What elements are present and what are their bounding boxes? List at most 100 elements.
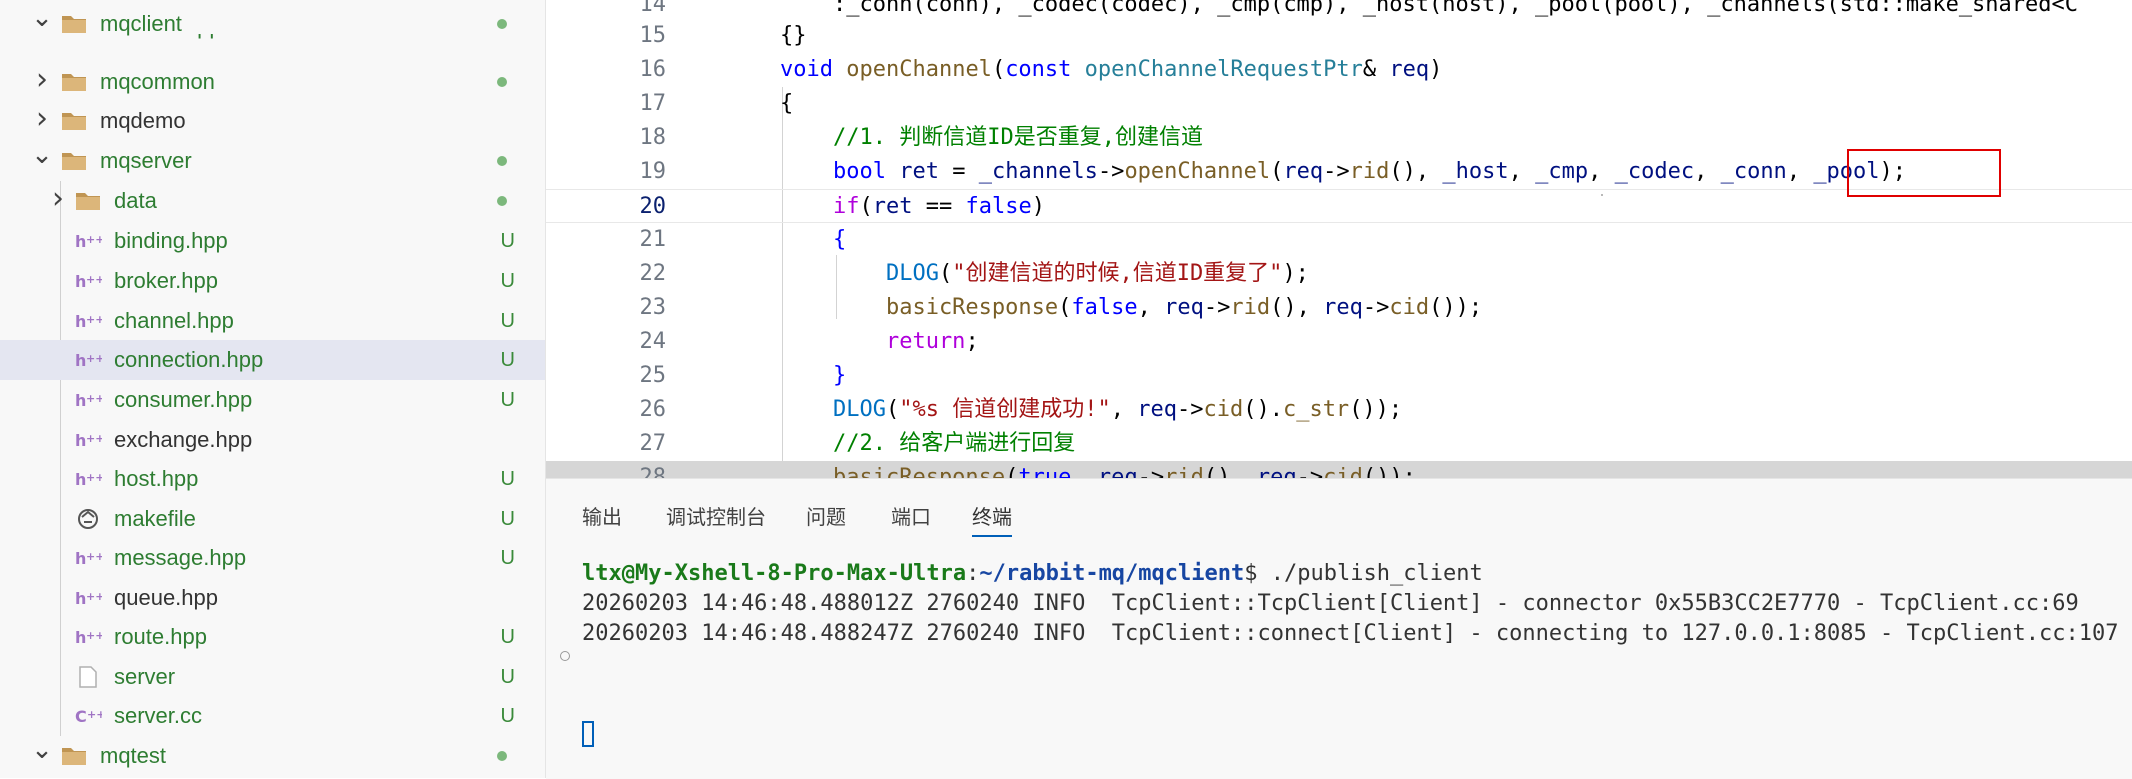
git-status-badge: U (500, 705, 515, 727)
code-token: _codec (1614, 159, 1695, 184)
code-line[interactable]: 28 basicResponse(true, req->rid(), req->… (546, 461, 2132, 478)
code-token: ret (899, 159, 939, 184)
code-token: & (1362, 57, 1390, 82)
chevron-right-icon[interactable]: › (30, 62, 54, 102)
file-icon (74, 665, 102, 689)
code-text: basicResponse(false, req->rid(), req->ci… (780, 291, 1482, 325)
code-token: ( (938, 261, 953, 286)
tree-item-host-hpp[interactable]: h++ host.hpp U (0, 459, 545, 499)
folder-open-icon (60, 12, 88, 36)
code-text: if(ret == false) (780, 190, 1045, 224)
code-token: ( (991, 57, 1006, 82)
line-number: 24 (639, 329, 667, 354)
code-token: ()); (1362, 465, 1416, 478)
git-status-badge: U (500, 666, 515, 688)
terminal-output-line: 20260203 14:46:48.488247Z 2760240 INFO T… (582, 621, 2119, 646)
code-token: void (780, 57, 847, 82)
folder-icon (60, 70, 88, 94)
tree-item-broker-hpp[interactable]: h++ broker.hpp U (0, 261, 545, 301)
code-token: basicResponse (780, 295, 1059, 320)
line-number: 22 (639, 261, 667, 286)
code-line[interactable]: 17 { (546, 87, 2132, 121)
svg-text:++: ++ (86, 273, 102, 286)
tree-item-server[interactable]: server U (0, 657, 545, 697)
code-token: openChannel (846, 57, 992, 82)
code-text: { (780, 87, 793, 121)
svg-text:h: h (75, 272, 86, 291)
cpp-header-icon: h++ (74, 467, 104, 491)
tree-item-message-hpp[interactable]: h++ message.hpp U (0, 538, 545, 578)
panel-tab[interactable]: 输出 (582, 499, 622, 535)
code-text: DLOG("%s 信道创建成功!", req->cid().c_str()); (780, 393, 1402, 427)
code-token: ( (1058, 295, 1072, 320)
code-text: return; (780, 325, 979, 359)
svg-text:h: h (75, 232, 86, 251)
cpp-header-icon: h++ (74, 309, 104, 333)
terminal[interactable]: ltx@My-Xshell-8-Pro-Max-Ultra:~/rabbit-m… (546, 559, 2132, 779)
chevron-down-icon[interactable]: ⌄ (30, 736, 54, 776)
code-line[interactable]: 21 { (546, 223, 2132, 257)
code-token: rid (1164, 465, 1204, 478)
code-token: ; (965, 329, 979, 354)
tree-item-mqcommon[interactable]: › mqcommon (0, 62, 545, 102)
prompt-path: ~/rabbit-mq/mqclient (979, 561, 1245, 586)
tree-item-label: binding.hpp (114, 228, 228, 253)
tree-item-makefile[interactable]: makefile U (0, 499, 545, 539)
code-line[interactable]: 23 basicResponse(false, req->rid(), req-… (546, 291, 2132, 325)
code-line[interactable]: 26 DLOG("%s 信道创建成功!", req->cid().c_str()… (546, 393, 2132, 427)
line-number: 25 (639, 363, 667, 388)
tree-item-label: mqcommon (100, 69, 215, 94)
code-line[interactable]: 15 {} (546, 19, 2132, 53)
code-line[interactable]: 16 void openChannel(const openChannelRequ… (546, 53, 2132, 87)
cpp-header-icon: h++ (74, 546, 104, 570)
code-line[interactable]: 22 DLOG("创建信道的时候,信道ID重复了"); (546, 257, 2132, 291)
tree-item-mqtest[interactable]: ⌄ mqtest (0, 736, 545, 776)
chevron-down-icon[interactable]: ⌄ (30, 4, 54, 44)
line-number: 15 (639, 23, 667, 48)
panel-tab[interactable]: 端口 (891, 499, 931, 535)
code-token: ( (1005, 465, 1019, 478)
code-editor[interactable]: 14 :_conn(conn), _codec(codec), _cmp(cmp… (546, 0, 2132, 478)
code-token: "%s 信道创建成功!" (899, 397, 1111, 422)
cpp-header-icon: h++ (74, 586, 104, 610)
tree-item-mqserver[interactable]: ⌄ mqserver (0, 141, 545, 181)
tree-item-queue-hpp[interactable]: h++ queue.hpp (0, 578, 545, 618)
git-status-badge: U (500, 230, 515, 252)
tree-item-channel-hpp[interactable]: h++ channel.hpp U (0, 301, 545, 341)
cpp-header-icon: h++ (74, 348, 104, 372)
code-token: { (780, 227, 847, 252)
tree-item-mqdemo[interactable]: › mqdemo (0, 101, 545, 141)
chevron-right-icon[interactable]: › (30, 101, 54, 141)
code-token: openChannel (1124, 159, 1271, 184)
svg-text:h: h (75, 589, 86, 608)
svg-text:h: h (75, 549, 86, 568)
code-line[interactable]: 27 //2. 给客户端进行回复 (546, 427, 2132, 461)
tree-item-binding-hpp[interactable]: h++ binding.hpp U (0, 221, 545, 261)
code-text: } (780, 359, 846, 393)
cpp-header-icon: h++ (74, 428, 104, 452)
code-line[interactable]: 24 return; (546, 325, 2132, 359)
code-token: req (1323, 295, 1363, 320)
svg-text:++: ++ (86, 432, 102, 445)
panel-tab[interactable]: 问题 (806, 499, 846, 535)
chevron-right-icon[interactable]: › (46, 181, 70, 221)
code-token: ret (872, 194, 913, 219)
tree-item-route-hpp[interactable]: h++ route.hpp U (0, 617, 545, 657)
code-token: (), (1203, 465, 1257, 478)
panel-tab[interactable]: 终端 (972, 499, 1012, 537)
code-token: -> (1203, 295, 1231, 320)
tree-item-server-cc[interactable]: C++ server.cc U (0, 696, 545, 736)
tree-item-connection-hpp[interactable]: h++ connection.hpp U (0, 340, 545, 380)
tree-item-consumer-hpp[interactable]: h++ consumer.hpp U (0, 380, 545, 420)
code-line[interactable]: 25 } (546, 359, 2132, 393)
chevron-down-icon[interactable]: ⌄ (30, 141, 54, 181)
tree-item-mqclient[interactable]: ⌄ mqclient (0, 4, 545, 44)
svg-text:++: ++ (86, 471, 102, 484)
panel-tab[interactable]: 调试控制台 (666, 499, 766, 535)
code-token: , (1071, 465, 1098, 478)
svg-text:++: ++ (86, 392, 102, 405)
git-change-dot (497, 196, 507, 206)
tree-item-data[interactable]: › data (0, 181, 545, 221)
folder-open-icon (60, 744, 88, 768)
tree-item-exchange-hpp[interactable]: h++ exchange.hpp (0, 420, 545, 460)
